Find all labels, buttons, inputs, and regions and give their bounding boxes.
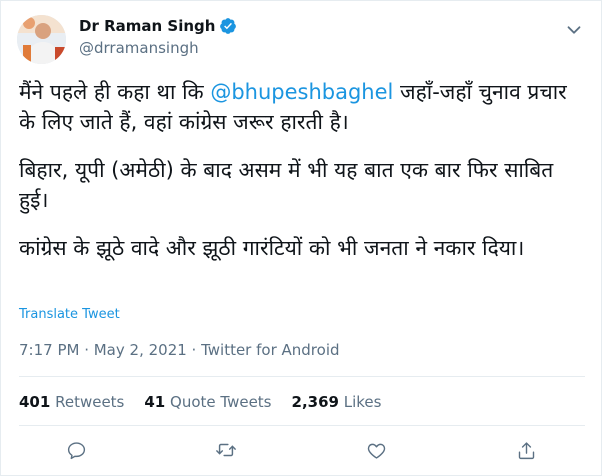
tweet-paragraph-1: मैंने पहले ही कहा था कि @bhupeshbaghel ज… (19, 77, 585, 137)
likes-stat[interactable]: 2,369 Likes (292, 393, 382, 411)
tweet-text: मैंने पहले ही कहा था कि @bhupeshbaghel ज… (19, 77, 585, 281)
reply-icon (67, 441, 85, 459)
avatar[interactable] (17, 15, 66, 64)
reply-button[interactable] (64, 438, 88, 462)
retweet-button[interactable] (214, 438, 238, 462)
mention-link[interactable]: @bhupeshbaghel (210, 80, 393, 104)
tweet-text-part: मैंने पहले ही कहा था कि (19, 80, 211, 104)
tweet-stats: 401 Retweets 41 Quote Tweets 2,369 Likes (19, 393, 381, 411)
divider (19, 376, 585, 377)
tweet-paragraph-3: कांग्रेस के झूठे वादे और झूठी गारंटियों … (19, 236, 525, 260)
chevron-down-icon[interactable] (563, 19, 585, 41)
retweets-label: Retweets (55, 393, 125, 411)
retweet-icon (216, 443, 236, 457)
share-icon (518, 441, 534, 459)
author-name[interactable]: Dr Raman Singh (79, 17, 215, 35)
avatar-image (17, 15, 66, 64)
translate-tweet-link[interactable]: Translate Tweet (19, 307, 120, 322)
likes-count: 2,369 (291, 393, 339, 411)
likes-label: Likes (343, 393, 382, 411)
tweet-paragraph-2: बिहार, यूपी (अमेठी) के बाद असम में भी यह… (19, 158, 554, 212)
share-button[interactable] (514, 438, 538, 462)
retweets-count: 401 (19, 393, 51, 411)
tweet-card: Dr Raman Singh @drramansingh मैंने पहले … (0, 0, 602, 476)
heart-icon (367, 443, 385, 459)
retweets-stat[interactable]: 401 Retweets (19, 393, 124, 411)
author-handle[interactable]: @drramansingh (79, 39, 199, 57)
quote-tweets-label: Quote Tweets (170, 393, 272, 411)
quote-tweets-stat[interactable]: 41 Quote Tweets (144, 393, 271, 411)
verified-badge-icon (220, 18, 237, 34)
quote-tweets-count: 41 (144, 393, 166, 411)
tweet-timestamp[interactable]: 7:17 PM · May 2, 2021 · Twitter for Andr… (19, 341, 340, 359)
like-button[interactable] (364, 438, 388, 462)
divider (19, 425, 585, 426)
author-row: Dr Raman Singh (79, 17, 237, 35)
tweet-actions (1, 438, 601, 468)
